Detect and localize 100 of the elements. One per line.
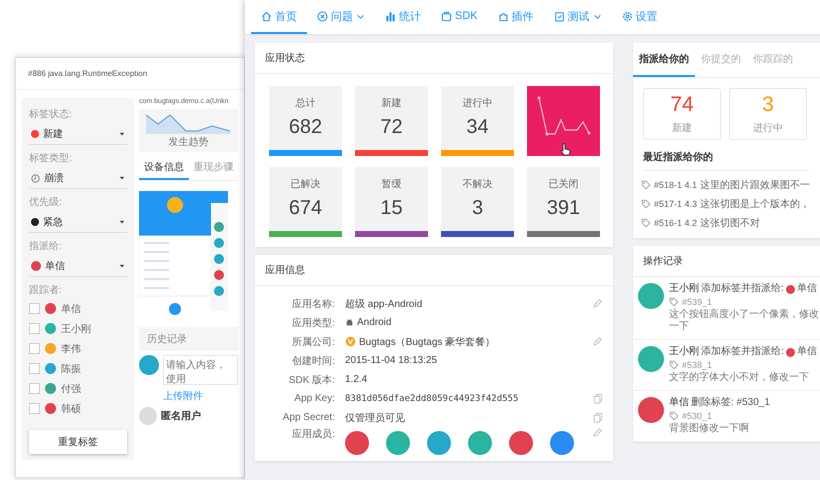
nav-tab[interactable]: 设置 [612,0,668,34]
field-label: 应用名称: [291,298,335,310]
copy-button[interactable] [593,412,603,423]
field-value: Bugtags（Bugtags 豪华套餐） [359,336,496,348]
member-avatar[interactable] [345,431,369,455]
tab[interactable]: 指派给你的 [633,43,695,77]
field-value: 1.2.4 [345,374,368,385]
member-avatar[interactable] [468,431,492,455]
field-label: 应用类型: [291,316,335,330]
tag-ref: #538_1 [682,360,712,370]
field-label: 指派给: [29,240,63,253]
tag-ref: #530_1 [682,411,712,421]
issue-text: 这张切图不对 [700,216,760,230]
tab[interactable]: 设备信息 [139,156,188,180]
assignee-name: 单信 [796,346,817,358]
clipboard-icon [554,10,565,22]
issue-text: 这张切图是上个版本的， [700,198,810,210]
card-title: 操作记录 [633,246,820,277]
nav-tab[interactable]: 统计 [375,0,431,34]
user-name: 王小刚 [669,346,699,358]
count-card[interactable]: 74 新建 [643,88,721,140]
select-field[interactable]: 单信 [29,256,127,277]
edit-button[interactable] [592,427,603,438]
stat-value: 674 [288,197,322,220]
stat-tile[interactable]: 已解决 674 [269,167,342,237]
stat-tile[interactable]: 暂缓 15 [355,167,428,237]
issue-ref[interactable]: #516-1 4.2 [654,218,698,228]
checkbox[interactable] [29,303,40,314]
stat-value: 391 [546,197,580,220]
pencil-icon [592,298,603,309]
count-value: 3 [762,93,774,117]
field-label: App Secret: [282,412,335,423]
nav-tab[interactable]: SDK [431,0,488,34]
avatar [139,355,159,375]
home-icon [261,10,272,22]
nav-tab[interactable]: 首页 [251,0,307,34]
caret-icon [119,219,125,225]
puzzle-icon [498,10,509,22]
caret-icon [119,175,125,181]
count-label: 新建 [672,122,692,135]
circle-x-icon [317,10,328,22]
checkbox[interactable] [29,403,40,414]
checkbox[interactable] [29,343,40,354]
nav-tab[interactable]: 问题 [307,0,375,34]
issue-ref[interactable]: #517-1 4.3 [654,198,698,208]
nav-tab[interactable]: 测试 [544,0,612,34]
tag-icon [669,411,679,421]
caret-icon [119,131,125,137]
comment-field[interactable]: 请输入内容，使用 [163,355,238,385]
user-name: 王小刚 [669,283,699,295]
stat-tile[interactable]: 新建 72 [355,86,428,156]
select-field[interactable]: 崩溃 [29,168,127,189]
field-value: Android [357,317,392,328]
upload-link[interactable]: 上传附件 [139,389,238,403]
company-logo-icon [345,336,356,347]
field-value: 仅管理员可见 [345,412,405,424]
field-label: 优先级: [29,196,63,209]
chart-tile[interactable] [527,86,600,156]
stat-label: 新建 [382,96,402,110]
stat-label: 已解决 [290,178,320,191]
follower-name: 王小刚 [61,322,91,336]
edit-button[interactable] [592,336,603,347]
stat-value: 682 [288,116,322,139]
box-icon [441,10,452,22]
copy-button[interactable] [593,393,603,404]
stat-value: 72 [380,116,403,139]
copy-icon [593,393,603,404]
member-avatar[interactable] [509,431,533,455]
stat-tile[interactable]: 进行中 34 [441,86,514,156]
stat-value: 15 [380,197,403,220]
count-value: 74 [670,93,694,117]
stat-tile[interactable]: 不解决 3 [441,167,514,237]
member-avatar[interactable] [427,431,451,455]
bar-chart-icon [385,10,396,22]
select-field[interactable]: 新建 [29,124,127,145]
stat-tile[interactable]: 总计 682 [269,86,342,156]
nav-tab[interactable]: 插件 [488,0,544,34]
checkbox[interactable] [29,323,40,334]
checkbox[interactable] [29,383,40,394]
field-label: 标签状态: [29,108,73,121]
field-label: 应用成员: [291,428,335,441]
section-title: 最近指派给你的 [643,150,810,171]
reset-tag-button[interactable]: 重复标签 [29,430,127,454]
stat-label: 已关闭 [548,178,578,191]
tag-icon [641,180,651,190]
stat-tile[interactable]: 已关闭 391 [527,167,600,237]
checkbox[interactable] [29,363,40,374]
edit-button[interactable] [592,298,603,309]
field-label: 创建时间: [291,354,335,368]
member-avatar[interactable] [550,431,574,455]
field-label: 跟踪者: [29,284,63,297]
select-field[interactable]: 紧急 [29,212,127,233]
tab[interactable]: 重现步骤 [188,156,238,180]
tag-icon [641,198,651,208]
note-text: 文字的字体大小不对，修改一下 [669,372,810,384]
field-label: App Key: [293,393,335,404]
card-title: 应用信息 [255,255,613,286]
card-title: 应用状态 [255,43,613,74]
issue-ref[interactable]: #518-1 4.1 [654,180,698,190]
member-avatar[interactable] [386,431,410,455]
